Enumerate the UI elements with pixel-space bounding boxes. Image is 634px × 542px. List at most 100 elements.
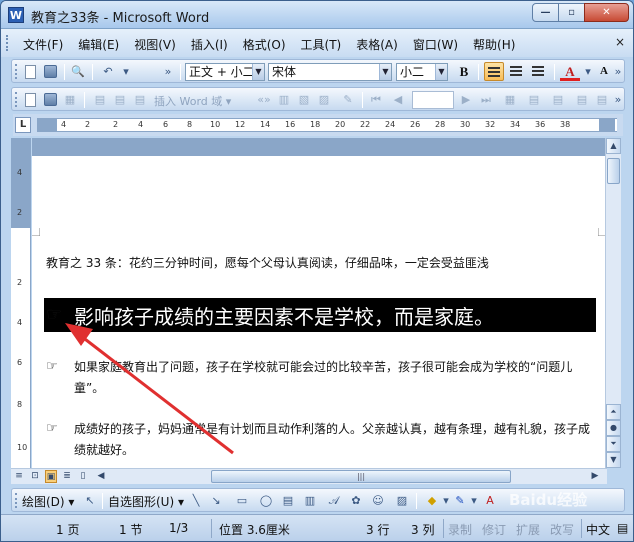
- wordart-icon[interactable]: 𝒜: [326, 493, 342, 508]
- scroll-right-button[interactable]: ▶: [589, 470, 601, 483]
- menu-insert[interactable]: 插入(I): [191, 36, 228, 53]
- oval-icon[interactable]: ◯: [258, 493, 274, 508]
- draw-menu-button[interactable]: 绘图(D) ▾: [22, 493, 74, 510]
- insert-word-field-button[interactable]: 插入 Word 域 ▾: [154, 93, 231, 109]
- insert-greeting-icon[interactable]: ▤: [112, 92, 128, 107]
- intro-text[interactable]: 教育之 33 条：花约三分钟时间，愿每个父母认真阅读，仔细品味，一定会受益匪浅: [46, 254, 489, 271]
- select-objects-icon[interactable]: ↖: [82, 493, 98, 508]
- menu-table[interactable]: 表格(A): [356, 36, 398, 53]
- save-icon[interactable]: [42, 64, 58, 79]
- vertical-text-box-icon[interactable]: ▥: [302, 493, 318, 508]
- clip-art-icon[interactable]: ☺: [370, 493, 386, 508]
- picture-icon[interactable]: ▨: [394, 493, 410, 508]
- style-select[interactable]: 正文 + 小二 ▼: [185, 63, 265, 81]
- selected-heading[interactable]: 影响孩子成绩的主要因素不是学校，而是家庭。: [74, 301, 494, 330]
- toolbar-grip[interactable]: [15, 493, 18, 508]
- scroll-left-button[interactable]: ◀: [95, 470, 107, 483]
- align-right-button[interactable]: [528, 62, 548, 81]
- merge-to-document-icon[interactable]: ▤: [526, 92, 542, 107]
- menu-edit[interactable]: 编辑(E): [78, 36, 119, 53]
- paragraph[interactable]: 成绩好的孩子，妈妈通常是有计划而且动作利落的人。父亲越认真，越有条理，越有礼貌，…: [74, 419, 600, 461]
- status-ovr[interactable]: 改写: [550, 521, 574, 538]
- menu-grip[interactable]: [6, 35, 10, 51]
- recipients-icon[interactable]: ▦: [62, 92, 78, 107]
- title-bar[interactable]: W 教育之33条 - Microsoft Word — ▫ ✕: [1, 1, 633, 29]
- undo-icon[interactable]: ↶: [100, 64, 116, 79]
- rectangle-icon[interactable]: ▭: [234, 493, 250, 508]
- toolbar-grip[interactable]: [15, 64, 18, 79]
- vertical-ruler[interactable]: 4 2 2 4 6 8 10: [11, 138, 31, 468]
- outline-view-icon[interactable]: ≣: [61, 470, 73, 483]
- drawing-font-color-icon[interactable]: A: [482, 493, 498, 508]
- horizontal-scroll-thumb[interactable]: |||: [211, 470, 511, 483]
- close-button[interactable]: ✕: [584, 3, 629, 22]
- main-document-setup-icon[interactable]: [22, 92, 38, 107]
- scroll-thumb[interactable]: [607, 158, 620, 184]
- document-page[interactable]: 教育之 33 条：花约三分钟时间，愿每个父母认真阅读，仔细品味，一定会受益匪浅 …: [32, 138, 606, 468]
- next-record-icon[interactable]: ▶: [458, 92, 474, 107]
- toolbar-overflow-icon[interactable]: »: [160, 64, 176, 79]
- maximize-button[interactable]: ▫: [558, 3, 585, 22]
- next-page-button[interactable]: ⏷: [606, 436, 621, 452]
- status-rec[interactable]: 录制: [448, 521, 472, 538]
- font-select[interactable]: 宋体 ▼: [268, 63, 392, 81]
- menu-view[interactable]: 视图(V): [134, 36, 176, 53]
- normal-view-icon[interactable]: ≡: [13, 470, 25, 483]
- previous-record-icon[interactable]: ◀: [390, 92, 406, 107]
- menu-file[interactable]: 文件(F): [23, 36, 63, 53]
- undo-dropdown-icon[interactable]: ▾: [118, 64, 134, 79]
- scroll-up-button[interactable]: ▲: [606, 138, 621, 154]
- highlight-fields-icon[interactable]: ▥: [276, 92, 292, 107]
- menu-format[interactable]: 格式(O): [243, 36, 286, 53]
- print-layout-icon[interactable]: ▣: [45, 470, 57, 483]
- analyze-icon[interactable]: ✎: [340, 92, 356, 107]
- new-document-icon[interactable]: [22, 64, 38, 79]
- toolbar-overflow-icon[interactable]: »: [610, 92, 626, 107]
- minimize-button[interactable]: —: [532, 3, 559, 22]
- menu-tools[interactable]: 工具(T): [301, 36, 342, 53]
- open-data-source-icon[interactable]: [42, 92, 58, 107]
- insert-merge-fields-icon[interactable]: ▤: [132, 92, 148, 107]
- menu-window[interactable]: 窗口(W): [413, 36, 458, 53]
- insert-address-block-icon[interactable]: ▤: [92, 92, 108, 107]
- last-record-icon[interactable]: ⏭: [478, 92, 494, 107]
- reading-view-icon[interactable]: ▯: [77, 470, 89, 483]
- horizontal-scrollbar[interactable]: ≡ ⊡ ▣ ≣ ▯ ◀ ||| ▶: [11, 468, 607, 484]
- previous-page-button[interactable]: ⏶: [606, 404, 621, 420]
- tab-selector-icon[interactable]: L: [15, 117, 31, 133]
- match-fields-icon[interactable]: ▧: [296, 92, 312, 107]
- align-center-button[interactable]: [506, 62, 526, 81]
- paragraph[interactable]: 如果家庭教育出了问题，孩子在学校就可能会过的比较辛苦，孩子很可能会成为学校的“问…: [74, 357, 600, 399]
- autoshapes-button[interactable]: 自选图形(U) ▾: [108, 493, 184, 510]
- status-ext[interactable]: 扩展: [516, 521, 540, 538]
- record-number-field[interactable]: [412, 91, 454, 109]
- print-preview-icon[interactable]: 🔍: [70, 64, 86, 79]
- size-select[interactable]: 小二 ▼: [396, 63, 448, 81]
- select-browse-object-button[interactable]: ●: [606, 420, 621, 436]
- close-document-icon[interactable]: ×: [615, 35, 625, 49]
- view-merged-data-icon[interactable]: «»: [256, 92, 272, 107]
- line-icon[interactable]: ╲: [188, 493, 204, 508]
- toolbar-grip[interactable]: [15, 92, 18, 107]
- merge-to-email-icon[interactable]: ▤: [574, 92, 590, 107]
- text-box-icon[interactable]: ▤: [280, 493, 296, 508]
- vertical-scrollbar[interactable]: ▲ ⏶ ● ⏷ ▼: [605, 138, 621, 468]
- horizontal-ruler[interactable]: L 4 2 2 4 6 8 10 12 14 16 18 20 22 24 26…: [13, 114, 623, 136]
- bold-button[interactable]: B: [454, 62, 474, 81]
- menu-help[interactable]: 帮助(H): [473, 36, 515, 53]
- font-color-button[interactable]: A: [560, 62, 580, 81]
- scroll-down-button[interactable]: ▼: [606, 452, 621, 468]
- web-view-icon[interactable]: ⊡: [29, 470, 41, 483]
- merge-to-printer-icon[interactable]: ▤: [550, 92, 566, 107]
- toolbar-overflow-icon[interactable]: »: [610, 64, 626, 79]
- status-spelling-icon[interactable]: ▤: [617, 521, 628, 535]
- diagram-icon[interactable]: ✿: [348, 493, 364, 508]
- status-trk[interactable]: 修订: [482, 521, 506, 538]
- merge-to-fax-icon[interactable]: ▤: [594, 92, 610, 107]
- find-entry-icon[interactable]: ▦: [502, 92, 518, 107]
- arrow-icon[interactable]: ↘: [208, 493, 224, 508]
- propagate-labels-icon[interactable]: ▨: [316, 92, 332, 107]
- line-color-dropdown-icon[interactable]: ▾: [466, 493, 482, 508]
- first-record-icon[interactable]: ⏮: [368, 92, 384, 107]
- align-left-button[interactable]: [484, 62, 504, 81]
